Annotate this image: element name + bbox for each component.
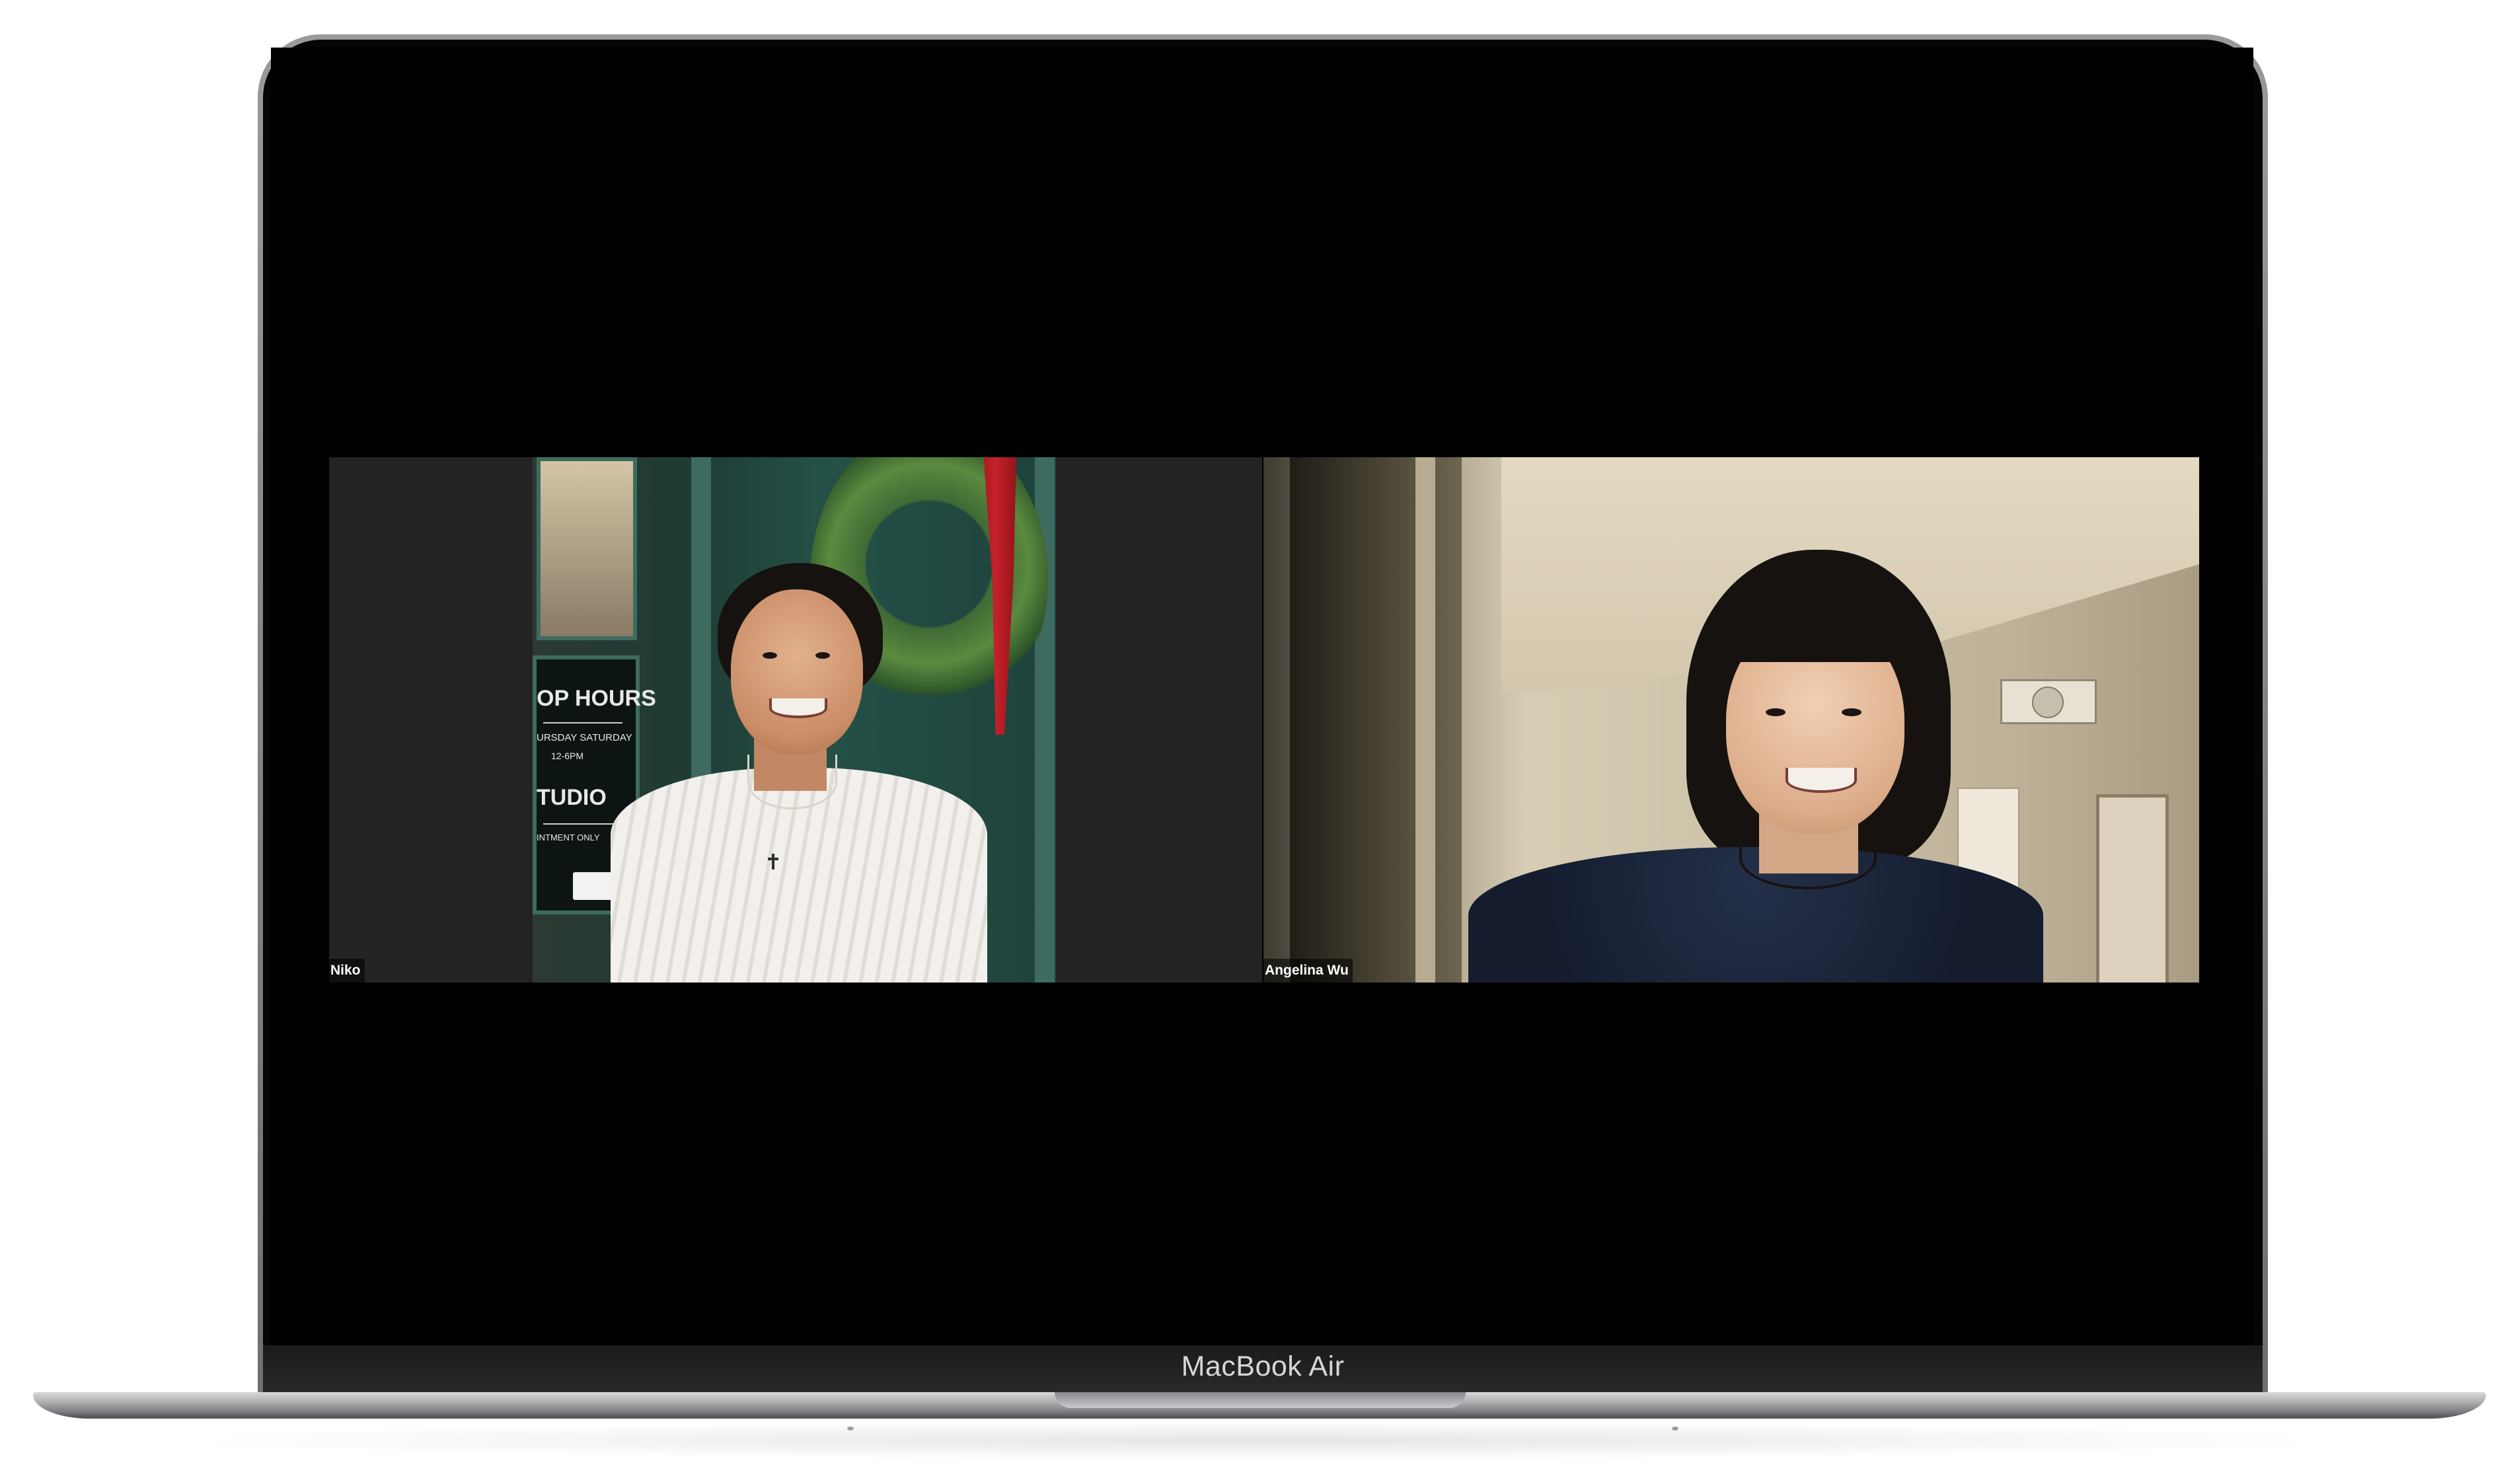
laptop-mockup: OP HOURS URSDAY SATURDAY 12-6PM TUDIO IN… xyxy=(0,0,2519,1484)
sign-text: 12-6PM xyxy=(551,751,584,761)
participant-name-label: Angelina Wu xyxy=(1263,959,1353,983)
choker-necklace xyxy=(1739,827,1877,889)
necklace xyxy=(747,755,837,809)
sign-text: TUDIO xyxy=(537,785,607,810)
eye xyxy=(1766,708,1786,716)
device-model-label: MacBook Air xyxy=(1181,1351,1345,1382)
smile xyxy=(1786,768,1857,793)
screen: OP HOURS URSDAY SATURDAY 12-6PM TUDIO IN… xyxy=(271,48,2253,1353)
sign-divider xyxy=(543,823,622,825)
bangs xyxy=(1719,576,1911,662)
room-doorway xyxy=(1290,457,1462,983)
lid-opening-notch xyxy=(1055,1392,1466,1408)
eye xyxy=(1842,708,1861,716)
sign-divider xyxy=(543,722,622,723)
cross-pendant xyxy=(768,854,778,870)
eye xyxy=(815,652,830,659)
smile xyxy=(769,698,827,718)
laptop-foot xyxy=(847,1427,854,1430)
door-edge xyxy=(1415,457,1435,983)
background-window xyxy=(537,457,637,640)
laptop-foot xyxy=(1672,1427,1678,1430)
sign-text: OP HOURS xyxy=(537,686,656,711)
sign-text: INTMENT ONLY xyxy=(537,833,600,842)
video-tile-niko[interactable]: OP HOURS URSDAY SATURDAY 12-6PM TUDIO IN… xyxy=(329,457,1262,983)
face xyxy=(731,589,863,755)
screen-chin: MacBook Air xyxy=(263,1345,2263,1395)
laptop-shadow xyxy=(159,1421,2360,1460)
participant-name-label: Niko xyxy=(329,959,365,983)
ceiling-vent xyxy=(2000,679,2097,724)
sign-text: URSDAY SATURDAY xyxy=(537,732,632,743)
eye xyxy=(763,652,777,659)
far-door xyxy=(2096,794,2169,983)
video-tile-angelina-wu[interactable]: Angelina Wu xyxy=(1263,457,2199,983)
participant-video-feed: OP HOURS URSDAY SATURDAY 12-6PM TUDIO IN… xyxy=(533,457,1056,983)
